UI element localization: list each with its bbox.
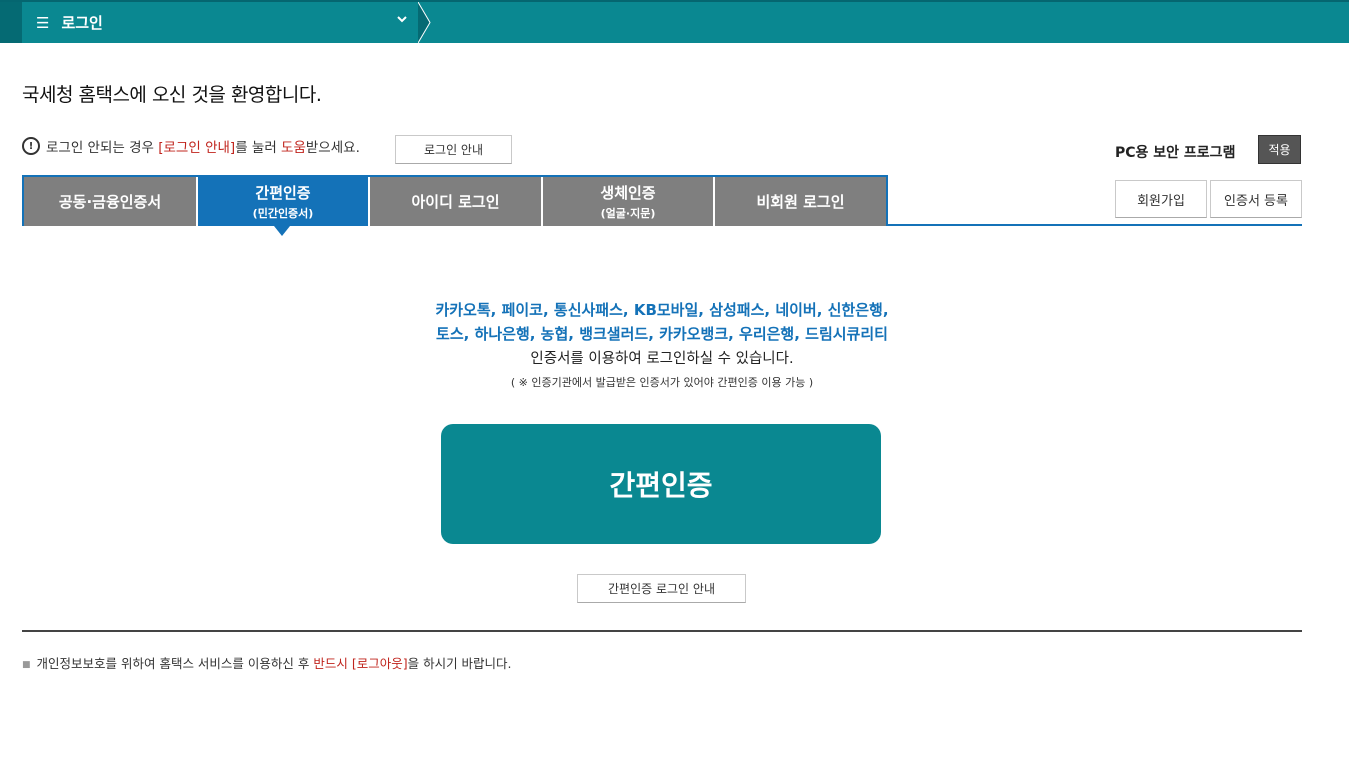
topbar-left-strip	[0, 2, 22, 43]
privacy-notice: ■ 개인정보보호를 위하여 홈택스 서비스를 이용하신 후 반드시 [로그아웃]을…	[22, 653, 512, 672]
login-guide-link[interactable]: [로그인 안내]	[158, 136, 235, 156]
welcome-heading: 국세청 홈택스에 오신 것을 환영합니다.	[22, 84, 322, 106]
tab-label: 간편인증	[255, 184, 311, 202]
privacy-text-after: 을 하시기 바랍니다.	[407, 656, 512, 671]
certificate-note: ( ※ 인증기관에서 발급받은 인증서가 있어야 간편인증 이용 가능 )	[510, 376, 814, 389]
sign-up-button[interactable]: 회원가입	[1115, 180, 1207, 218]
tab-label: 아이디 로그인	[411, 193, 500, 211]
tab-simple-auth[interactable]: 간편인증 (민간인증서)	[198, 177, 368, 226]
simple-auth-guide-button[interactable]: 간편인증 로그인 안내	[577, 574, 746, 603]
menu-dropdown-button[interactable]: ☰ 로그인	[22, 2, 420, 43]
simple-auth-login-button[interactable]: 간편인증	[441, 424, 881, 544]
privacy-text-before: 개인정보보호를 위하여 홈택스 서비스를 이용하신 후	[36, 656, 310, 671]
tab-sublabel: (얼굴·지문)	[600, 207, 656, 220]
notice-help-text: 도움	[281, 140, 306, 156]
hamburger-menu-icon[interactable]: ☰	[36, 14, 49, 32]
top-navigation-bar: ☰ 로그인	[0, 0, 1349, 43]
tab-sublabel: (민간인증서)	[252, 207, 314, 220]
tab-biometric-auth[interactable]: 생체인증 (얼굴·지문)	[543, 177, 713, 226]
chevron-down-icon[interactable]	[396, 13, 408, 29]
section-divider	[22, 630, 1302, 632]
tab-id-login[interactable]: 아이디 로그인	[370, 177, 541, 226]
notice-text-after: 받으세요.	[305, 140, 360, 156]
bullet-icon: ■	[22, 659, 31, 670]
notice-text-before: 로그인 안되는 경우	[46, 140, 154, 156]
active-tab-caret-icon	[274, 226, 290, 236]
menu-title: 로그인	[61, 14, 103, 32]
tab-joint-financial-certificate[interactable]: 공동·금융인증서	[24, 177, 196, 226]
providers-line-1: 카카오톡, 페이코, 통신사패스, KB모바일, 삼성패스, 네이버, 신한은행…	[435, 301, 889, 319]
login-guide-button[interactable]: 로그인 안내	[395, 135, 512, 164]
login-description: 인증서를 이용하여 로그인하실 수 있습니다.	[530, 351, 794, 367]
tab-label: 비회원 로그인	[756, 193, 845, 211]
supported-providers: 카카오톡, 페이코, 통신사패스, KB모바일, 삼성패스, 네이버, 신한은행…	[362, 298, 962, 346]
security-apply-button[interactable]: 적용	[1258, 135, 1301, 164]
login-help-notice: ! 로그인 안되는 경우 [로그인 안내] 를 눌러 도움 받으세요.	[22, 136, 360, 156]
login-tabs: 공동·금융인증서 간편인증 (민간인증서) 아이디 로그인 생체인증 (얼굴·지…	[22, 175, 888, 226]
certificate-register-button[interactable]: 인증서 등록	[1210, 180, 1302, 218]
pc-security-label: PC용 보안 프로그램	[1115, 145, 1236, 161]
tab-underline	[886, 224, 1302, 226]
tab-guest-login[interactable]: 비회원 로그인	[715, 177, 886, 226]
tab-label: 생체인증	[600, 184, 656, 202]
tab-label: 공동·금융인증서	[58, 193, 162, 211]
exclamation-icon: !	[22, 137, 40, 155]
providers-line-2: 토스, 하나은행, 농협, 뱅크샐러드, 카카오뱅크, 우리은행, 드림시큐리티	[436, 325, 888, 343]
notice-text-middle: 를 눌러	[235, 140, 277, 156]
privacy-highlight: 반드시 [로그아웃]	[313, 656, 408, 671]
